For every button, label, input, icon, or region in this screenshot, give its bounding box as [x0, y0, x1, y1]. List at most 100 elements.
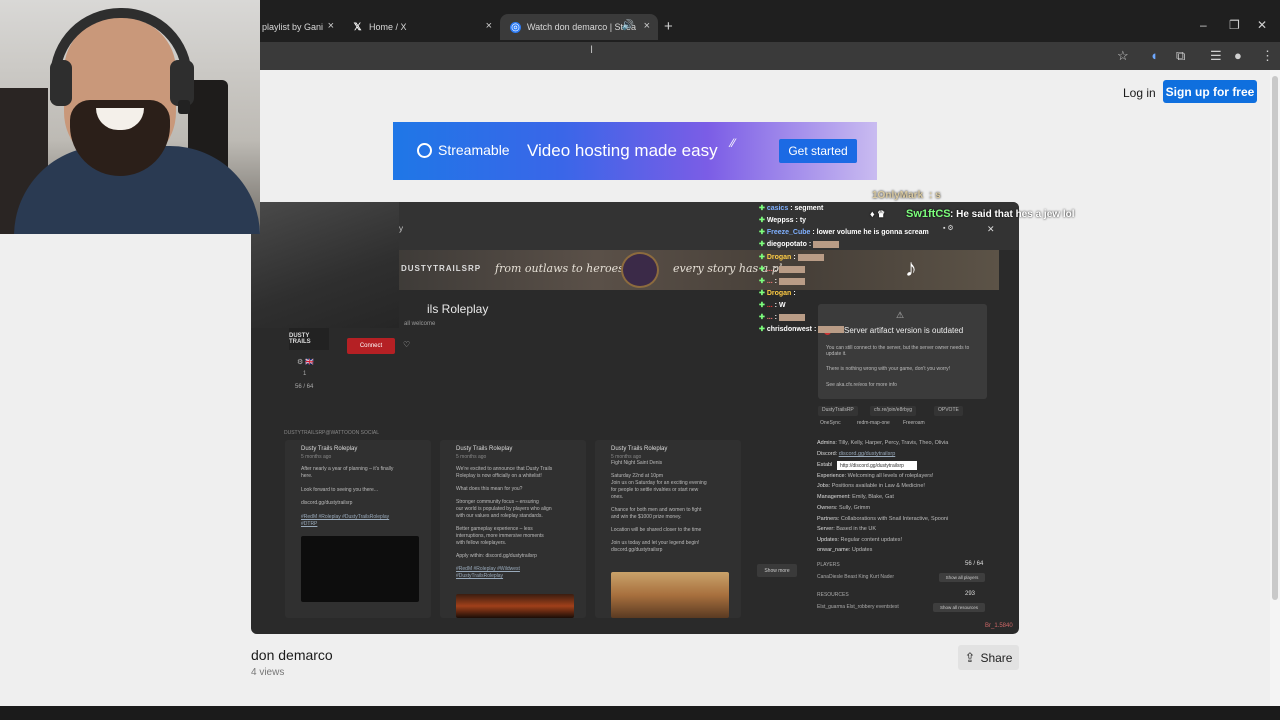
- chat-row: ✚ casics: segment: [759, 204, 823, 212]
- info-row: Admins: Tilly, Kelly, Harper, Percy, Tra…: [817, 440, 949, 446]
- extensions-icon[interactable]: ⧉: [1176, 48, 1185, 64]
- chat-user: Drogan: [766, 254, 792, 261]
- chat-row: ✚ ...:: [759, 265, 805, 273]
- share-label: Share: [980, 650, 1013, 665]
- post-line: and win the $1000 prize money.: [611, 514, 682, 520]
- post-line: Better gameplay experience – less: [456, 526, 533, 532]
- chat-user: chrisdonwest: [766, 326, 812, 333]
- menu-kebab-icon[interactable]: ⋮: [1261, 48, 1274, 64]
- post-line: discord.gg/dustytrailsrp: [301, 500, 353, 506]
- post-hashtags: #RedM #Roleplay #Wildwest: [456, 566, 520, 572]
- new-tab-button[interactable]: +: [664, 18, 673, 35]
- chat-badge-icon: ✚: [759, 290, 767, 297]
- ad-banner[interactable]: Streamable Video hosting made easy ⁄⁄ Ge…: [393, 122, 877, 180]
- post-line: here.: [301, 473, 313, 479]
- chat-row: ✚ Drogan:: [759, 253, 824, 261]
- chat-user: Weppss: [766, 217, 794, 224]
- signup-button[interactable]: Sign up for free: [1163, 80, 1257, 103]
- tab-home-x[interactable]: 𝕏 Home / X ×: [342, 14, 500, 40]
- chat-badge-icon: ✚: [759, 241, 767, 248]
- headset-mic: [178, 100, 190, 114]
- post-author: Dusty Trails Roleplay: [611, 446, 668, 452]
- bookmark-star-icon[interactable]: ☆: [1117, 48, 1129, 64]
- chat-message: : s: [929, 190, 941, 201]
- post-line: Look forward to seeing you there...: [301, 487, 378, 493]
- headset-ear-left: [50, 60, 72, 106]
- text-cursor-icon: I: [590, 44, 594, 56]
- chat-row: ✚ chrisdonwest:: [759, 325, 845, 333]
- heart-icon: ♡: [403, 340, 411, 349]
- share-button[interactable]: ⇪ Share: [958, 645, 1019, 670]
- resources-value: 293: [965, 591, 976, 597]
- chat-emote: [818, 325, 845, 333]
- post-date: 5 months ago: [456, 454, 487, 460]
- view-count: 4 views: [251, 667, 285, 678]
- chat-row: ✚ ...: W: [759, 301, 786, 309]
- scrollbar-thumb[interactable]: [1272, 76, 1278, 600]
- chat-row: ✚ ...:: [759, 313, 805, 321]
- login-link[interactable]: Log in: [1116, 82, 1163, 104]
- show-players-button: Show all players: [939, 573, 985, 582]
- post-line: discord.gg/dustytrailsrp: [611, 547, 663, 553]
- info-row: Management: Emily, Blake, Gat: [817, 494, 894, 500]
- streamable-logo: Streamable: [417, 142, 510, 158]
- info-row: Server: Based in the UK: [817, 526, 877, 532]
- window-close-icon[interactable]: ✕: [1257, 18, 1267, 32]
- video-player[interactable]: y DUSTYTRAILSRP from outlaws to heroes e…: [251, 202, 1019, 634]
- profile-avatar-icon[interactable]: ●: [1234, 48, 1242, 63]
- close-icon[interactable]: ×: [644, 20, 650, 32]
- chat-emote: [778, 313, 805, 321]
- chat-user: diegopotato: [766, 241, 807, 248]
- close-icon[interactable]: ×: [328, 20, 334, 32]
- chat-user: 1OnlyMark: [872, 190, 924, 201]
- chat-user: Freeze_Cube: [766, 229, 811, 236]
- chat-row: ✚ diegopotato:: [759, 240, 840, 248]
- server-banner-logo: DUSTYTRAILSRP: [401, 264, 482, 273]
- chat-user: Sw1ftCS: [906, 208, 951, 220]
- build-watermark: Br_1.5840: [985, 623, 1013, 629]
- tiktok-logo-icon: ♪: [905, 255, 917, 282]
- post-line: Chance for both men and women to fight: [611, 507, 702, 513]
- media-control-icon[interactable]: ☰: [1210, 48, 1222, 64]
- info-row: Jobs: Positions available in Law & Medic…: [817, 483, 925, 489]
- video-title: don demarco: [251, 647, 333, 663]
- tab-label: Watch don demarco | Strea: [527, 22, 637, 32]
- chat-badge-icon: ✚: [759, 278, 767, 285]
- audio-extension-icon[interactable]: ◖: [1150, 48, 1158, 63]
- post-card: Dusty Trails Roleplay 5 months ago We're…: [440, 440, 586, 618]
- chat-badge-icon: ✚: [759, 254, 767, 261]
- post-line: Roleplay is now officially on a whitelis…: [456, 473, 542, 479]
- tag: OneSync: [820, 420, 841, 426]
- sparkle-icon: ⁄⁄: [731, 136, 736, 150]
- server-logo: DUSTY TRAILS: [289, 328, 329, 350]
- tab-playlist[interactable]: playlist by Gani ×: [252, 14, 342, 40]
- post-line: Join us on Saturday for an exciting even…: [611, 480, 707, 486]
- chat-badge-icon: ✚: [759, 326, 767, 333]
- post-author: Dusty Trails Roleplay: [301, 446, 358, 452]
- x-logo-icon: 𝕏: [353, 21, 362, 33]
- get-started-button[interactable]: Get started: [779, 139, 857, 163]
- info-row: Owners: Sully, Grimm: [817, 505, 871, 511]
- maximize-icon[interactable]: ❐: [1229, 18, 1240, 32]
- close-icon[interactable]: ×: [486, 20, 492, 32]
- tag: redm-map-one: [857, 420, 890, 426]
- post-image: [611, 572, 729, 618]
- chat-badge-icon: ✚: [759, 217, 767, 224]
- speaker-icon[interactable]: 🔊: [622, 20, 634, 31]
- tab-streamable[interactable]: ◎ Watch don demarco | Strea 🔊 ×: [500, 14, 658, 40]
- show-resources-button: Show all resources: [933, 603, 985, 612]
- post-image: [456, 594, 574, 618]
- link-tooltip: http://discord.gg/dustytrailsrp: [837, 461, 917, 470]
- overlay-buttons: ▪ ⚙: [943, 225, 954, 232]
- chat-message: : He said that hes a jew lol: [950, 209, 1075, 220]
- share-icon: ⇪: [964, 649, 976, 665]
- screen: playlist by Gani × 𝕏 Home / X × ◎ Watch …: [0, 0, 1280, 720]
- post-card: Dusty Trails Roleplay 5 months ago After…: [285, 440, 431, 618]
- minimize-icon[interactable]: –: [1200, 18, 1207, 32]
- tab-label: Home / X: [369, 22, 407, 32]
- post-card: Dusty Trails Roleplay 5 months ago Fight…: [595, 440, 741, 618]
- post-line: for people to settle rivalries or start …: [611, 487, 699, 493]
- chat-row: ✚ Weppss: ty: [759, 216, 806, 224]
- banner-tagline: Video hosting made easy: [527, 141, 718, 160]
- post-line: Stronger community focus – ensuring: [456, 499, 539, 505]
